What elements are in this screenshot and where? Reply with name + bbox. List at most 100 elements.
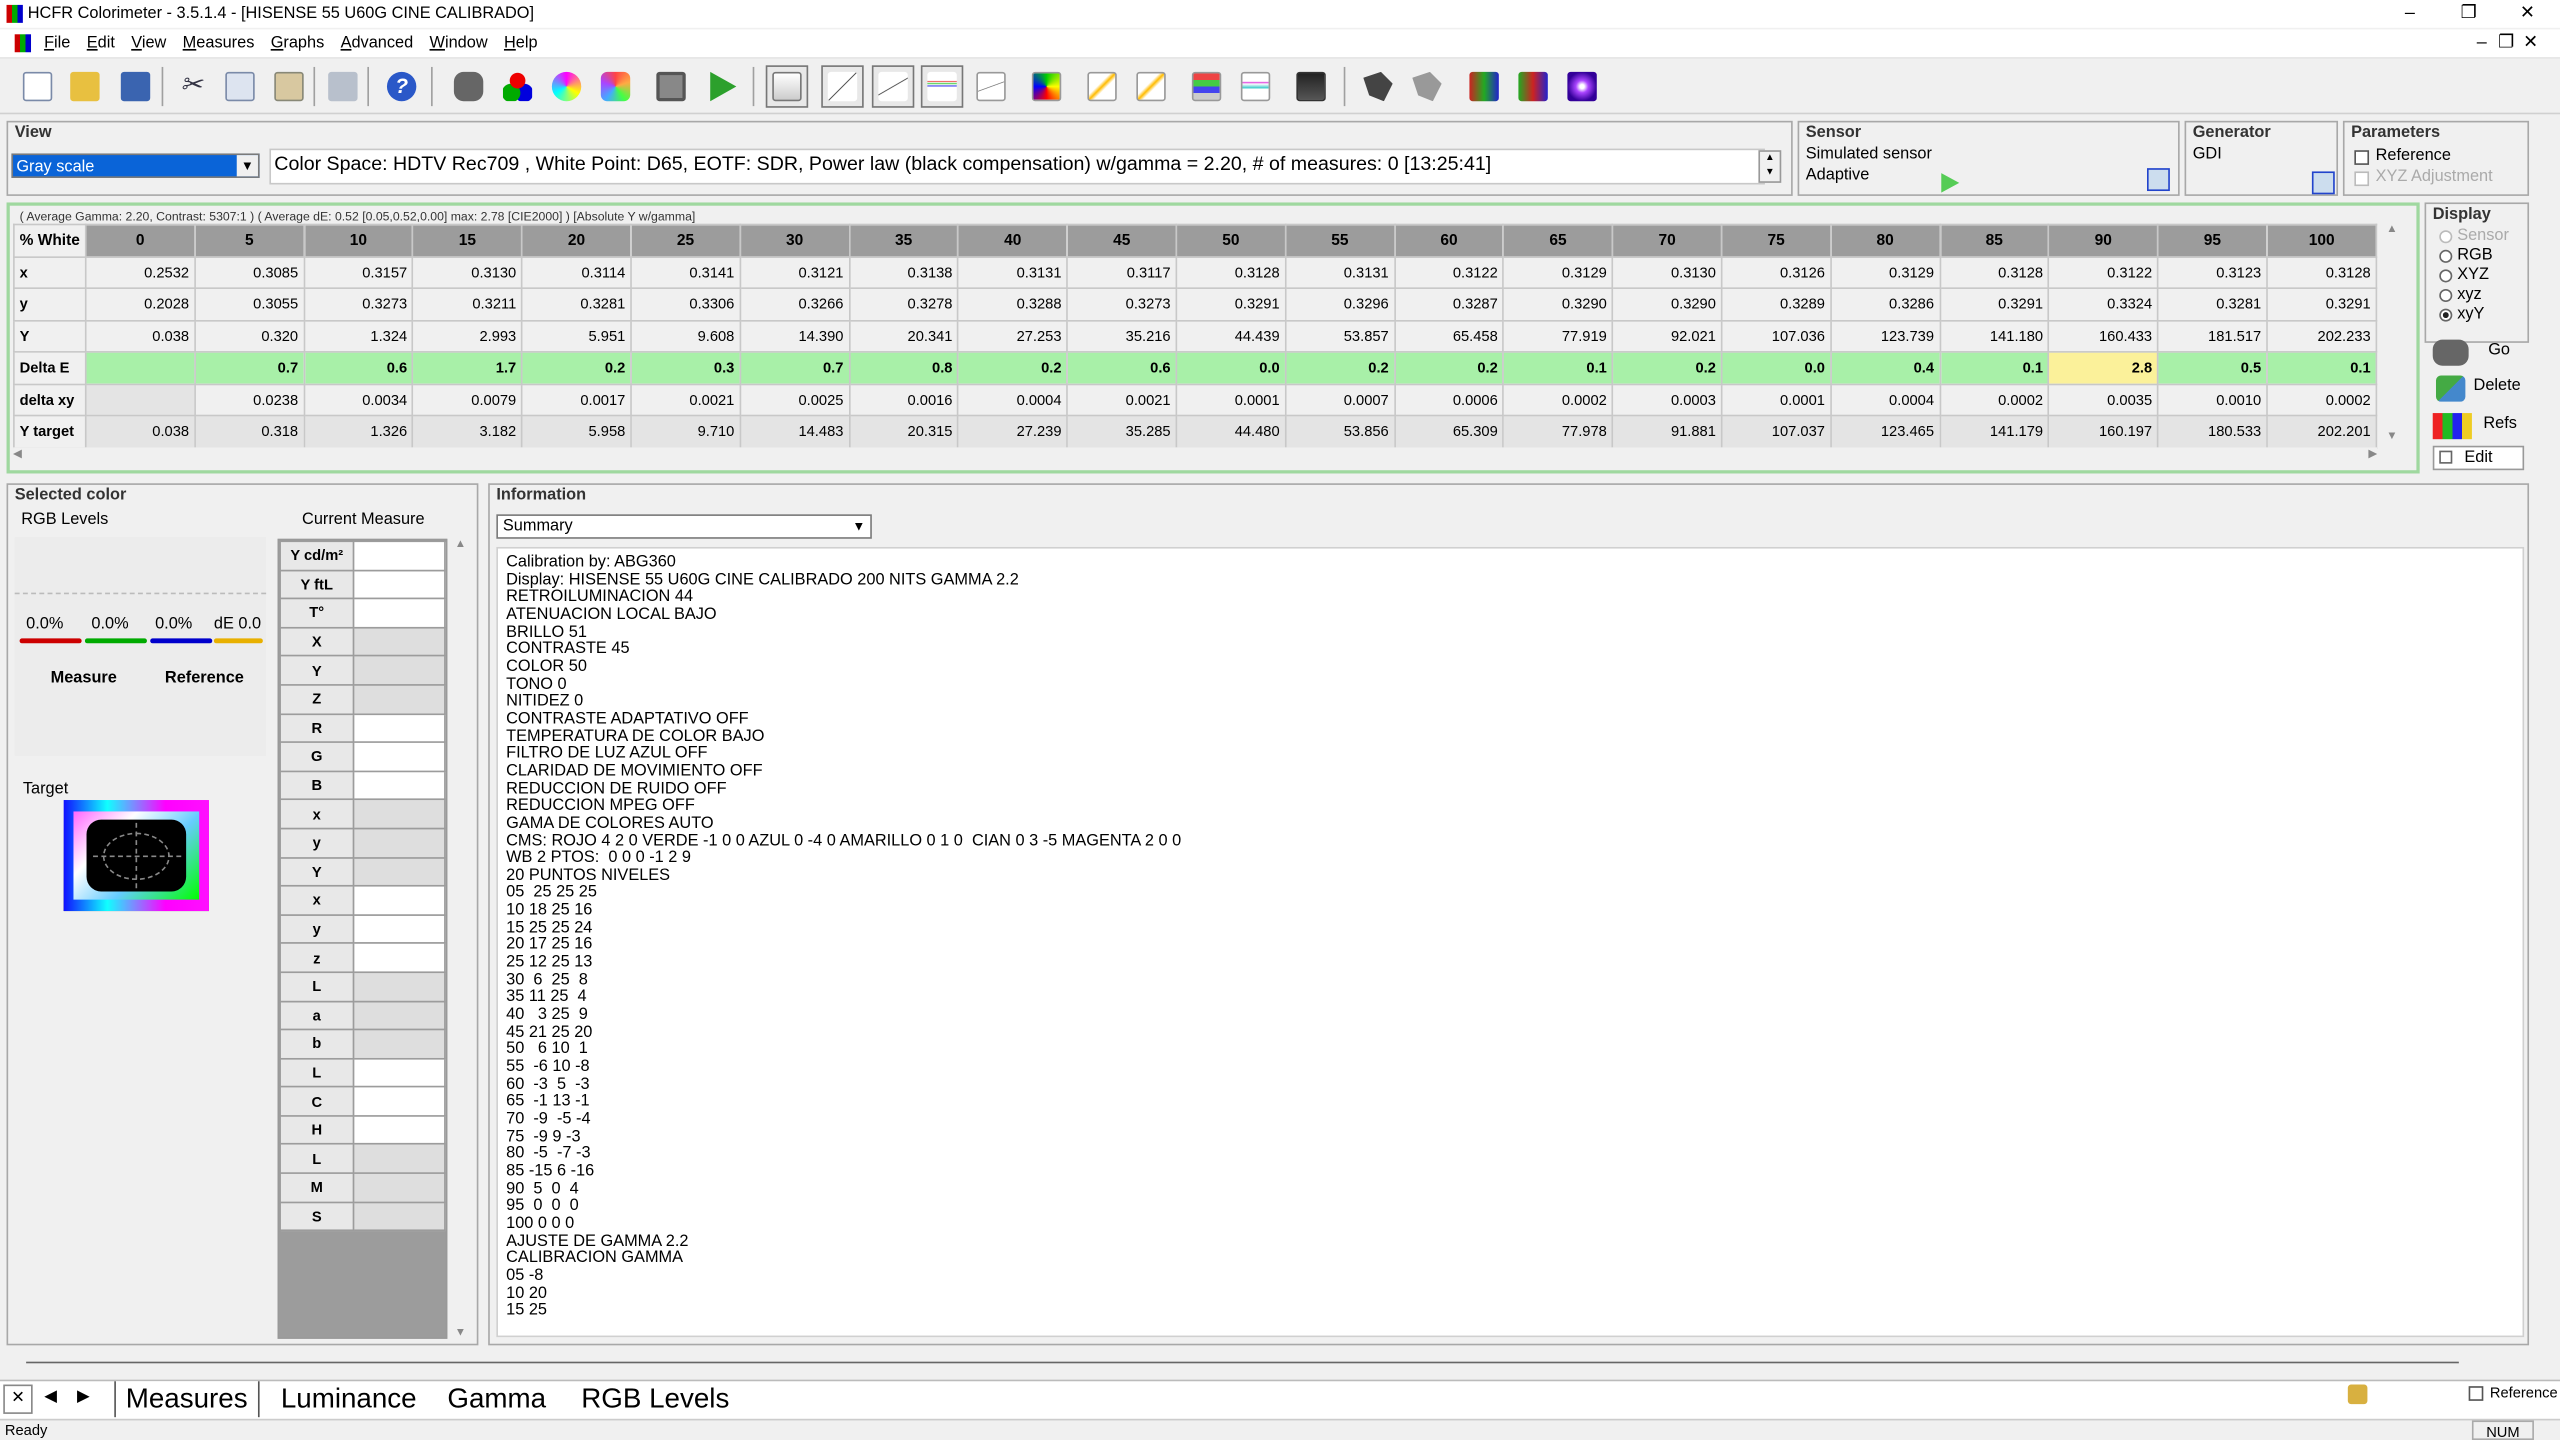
graph-measures-icon[interactable] — [1290, 65, 1332, 107]
grid-cell[interactable]: 0.3287 — [1393, 287, 1505, 321]
grid-cell[interactable] — [84, 382, 196, 417]
menu-advanced[interactable]: Advanced — [332, 29, 421, 58]
grid-column-header[interactable]: 90 — [2047, 223, 2159, 258]
grid-cell[interactable]: 0.3141 — [630, 255, 741, 289]
grid-cell[interactable]: 0.3281 — [521, 287, 632, 321]
grid-cell[interactable]: 0.0034 — [303, 382, 414, 417]
grid-column-header[interactable]: 50 — [1175, 223, 1287, 258]
grid-cell[interactable]: 0.2532 — [84, 255, 196, 289]
grid-cell[interactable]: 0.3157 — [303, 255, 414, 289]
graph-saturation-icon[interactable] — [1185, 65, 1227, 107]
grid-cell[interactable]: 0.3122 — [2047, 255, 2159, 289]
grid-cell[interactable]: 0.8 — [848, 351, 960, 385]
grid-cell[interactable]: 0.3291 — [1175, 287, 1287, 321]
grid-cell[interactable]: 0.038 — [84, 414, 196, 449]
grid-cell[interactable]: 0.3129 — [1502, 255, 1614, 289]
edit-toggle[interactable]: Edit — [2432, 445, 2525, 471]
grid-cell[interactable]: 0.3131 — [1284, 255, 1396, 289]
grid-column-header[interactable]: 0 — [84, 223, 196, 258]
tool-b-icon[interactable] — [1406, 65, 1448, 107]
save-icon[interactable] — [114, 65, 156, 107]
grid-cell[interactable]: 0.3121 — [739, 255, 850, 289]
grid-column-header[interactable]: 35 — [848, 223, 960, 258]
grid-cell[interactable]: 0.3117 — [1066, 255, 1178, 289]
menu-edit[interactable]: Edit — [79, 29, 123, 58]
grid-cell[interactable]: 35.285 — [1066, 414, 1178, 449]
tool-a-icon[interactable] — [1357, 65, 1399, 107]
grid-hscroll[interactable]: ◀ ▶ — [13, 447, 2378, 467]
grid-column-header[interactable]: 100 — [2266, 223, 2378, 258]
info-text-box[interactable]: Calibration by: ABG360 Display: HISENSE … — [496, 546, 2525, 1338]
grid-column-header[interactable]: 25 — [630, 223, 741, 258]
grid-cell[interactable]: 14.483 — [739, 414, 850, 449]
grid-cell[interactable]: 0.0079 — [412, 382, 523, 417]
grid-cell[interactable]: 9.710 — [630, 414, 741, 449]
tab-next-icon[interactable]: ▶ — [69, 1385, 98, 1414]
graph-colortemp-icon[interactable] — [970, 65, 1012, 107]
grid-cell[interactable]: 1.7 — [412, 351, 523, 385]
grid-cell[interactable]: 0.3289 — [1720, 287, 1832, 321]
new-icon[interactable] — [16, 65, 58, 107]
grid-cell[interactable]: 0.0006 — [1393, 382, 1505, 417]
grid-cell[interactable]: 0.3128 — [1938, 255, 2050, 289]
grid-cell[interactable]: 0.3130 — [1611, 255, 1723, 289]
grid-cell[interactable]: 0.3266 — [739, 287, 850, 321]
grid-column-header[interactable]: 10 — [303, 223, 414, 258]
grid-cell[interactable]: 0.3290 — [1611, 287, 1723, 321]
grid-vscroll[interactable]: ▲ ▼ — [2380, 223, 2404, 443]
grid-cell[interactable]: 0.0007 — [1284, 382, 1396, 417]
grid-cell[interactable]: 0.3273 — [1066, 287, 1178, 321]
display-option-xyy[interactable]: xyY — [2439, 305, 2509, 325]
grid-cell[interactable]: 107.036 — [1720, 319, 1832, 353]
grid-column-header[interactable]: 40 — [957, 223, 1069, 258]
grid-cell[interactable]: 65.458 — [1393, 319, 1505, 353]
grid-cell[interactable]: 0.3128 — [2266, 255, 2378, 289]
generator-config-icon[interactable] — [2311, 171, 2335, 195]
graph-near-black-icon[interactable] — [1081, 65, 1123, 107]
bottom-hscroll[interactable] — [6, 1351, 2530, 1375]
play-icon[interactable] — [702, 65, 744, 107]
grid-column-header[interactable]: 65 — [1502, 223, 1614, 258]
tab-close-icon[interactable]: ✕ — [3, 1384, 33, 1414]
grid-cell[interactable]: 0.3055 — [193, 287, 305, 321]
grid-cell[interactable]: 0.320 — [193, 319, 305, 353]
graph-near-white-icon[interactable] — [1130, 65, 1172, 107]
grid-cell[interactable]: 0.3291 — [1938, 287, 2050, 321]
graph-luminance-icon[interactable] — [821, 65, 864, 108]
saturation-icon[interactable] — [594, 65, 636, 107]
grid-cell[interactable]: 123.739 — [1829, 319, 1941, 353]
grid-cell[interactable]: 77.978 — [1502, 414, 1614, 449]
menu-measures[interactable]: Measures — [174, 29, 262, 58]
secondaries-icon[interactable] — [545, 65, 587, 107]
graph-saturation-shift-icon[interactable] — [1234, 65, 1276, 107]
grid-cell[interactable]: 53.857 — [1284, 319, 1396, 353]
grid-cell[interactable]: 0.3129 — [1829, 255, 1941, 289]
grid-cell[interactable]: 0.3 — [630, 351, 741, 385]
menu-window[interactable]: Window — [421, 29, 495, 58]
tool-d-icon[interactable] — [1512, 65, 1554, 107]
menu-file[interactable]: File — [36, 29, 79, 58]
grid-cell[interactable]: 91.881 — [1611, 414, 1723, 449]
grid-cell[interactable]: 123.465 — [1829, 414, 1941, 449]
grid-cell[interactable]: 5.951 — [521, 319, 632, 353]
grid-cell[interactable]: 0.0 — [1175, 351, 1287, 385]
grid-cell[interactable]: 0.1 — [1938, 351, 2050, 385]
graph-cie-icon[interactable] — [1025, 65, 1067, 107]
grid-cell[interactable]: 0.0025 — [739, 382, 850, 417]
grid-cell[interactable]: 0.3128 — [1175, 255, 1287, 289]
grid-cell[interactable]: 202.201 — [2266, 414, 2378, 449]
grid-column-header[interactable]: 20 — [521, 223, 632, 258]
grid-cell[interactable]: 0.3278 — [848, 287, 960, 321]
grid-cell[interactable] — [84, 351, 196, 385]
info-select-chevron-icon[interactable]: ▼ — [849, 518, 869, 536]
grid-cell[interactable]: 0.0003 — [1611, 382, 1723, 417]
grid-cell[interactable]: 0.3306 — [630, 287, 741, 321]
grid-cell[interactable]: 0.0021 — [630, 382, 741, 417]
grid-cell[interactable]: 0.318 — [193, 414, 305, 449]
measure-vscroll[interactable]: ▲ ▼ — [451, 539, 471, 1339]
refs-button[interactable]: Refs — [2429, 410, 2530, 443]
grid-cell[interactable]: 0.3290 — [1502, 287, 1614, 321]
tab-rgb-levels[interactable]: RGB Levels — [571, 1381, 739, 1417]
grid-cell[interactable]: 0.6 — [1066, 351, 1178, 385]
grid-cell[interactable]: 0.3211 — [412, 287, 523, 321]
